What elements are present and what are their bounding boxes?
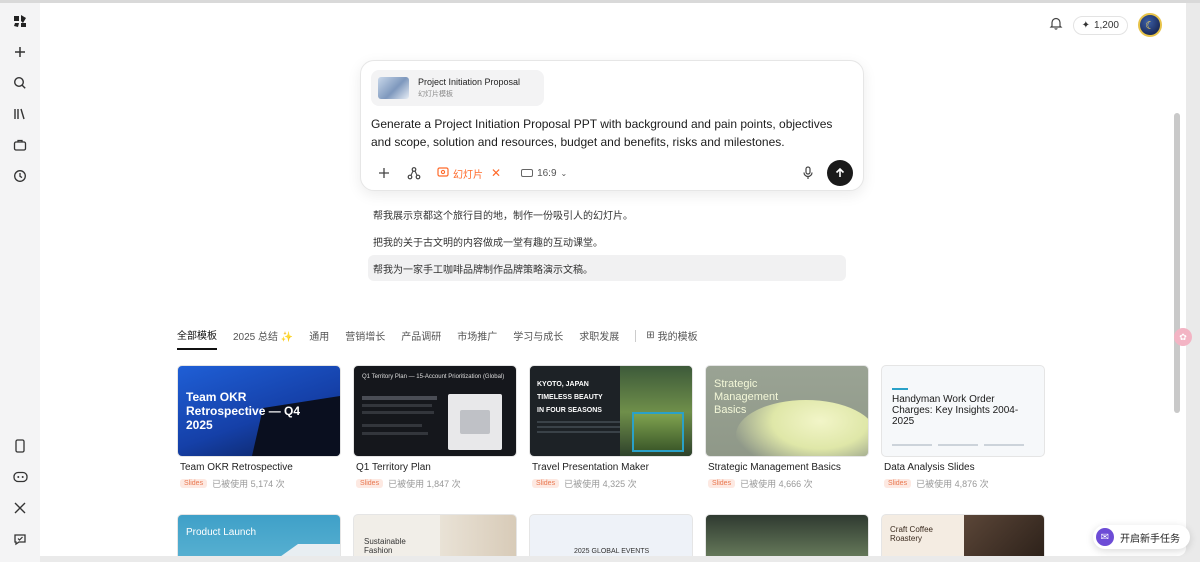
add-attachment-icon[interactable]	[373, 162, 395, 184]
card-uses: 已被使用 4,666 次	[740, 479, 813, 489]
new-icon[interactable]	[8, 40, 32, 64]
aspect-ratio-icon	[521, 169, 534, 177]
card-thumb-text: Product Launch	[186, 527, 257, 538]
aspect-ratio-select[interactable]: 16:9 ⌄	[521, 168, 567, 179]
avatar[interactable]: ☾	[1138, 13, 1162, 37]
template-card[interactable]: Handyman Work Order Charges: Key Insight…	[881, 365, 1045, 490]
template-card[interactable]: Craft Coffee Roastery	[881, 514, 1045, 556]
tab-divider	[635, 329, 637, 342]
bell-icon[interactable]	[1049, 16, 1063, 35]
template-thumbnail	[378, 77, 409, 99]
tab-my-templates[interactable]: ⊞ 我的模板	[646, 328, 697, 349]
card-thumbnail: Team OKR Retrospective — Q4 2025	[177, 365, 341, 457]
suggestion-item[interactable]: 把我的关于古文明的内容做成一堂有趣的互动课堂。	[368, 228, 846, 254]
template-card[interactable]: KYOTO, JAPAN TIMELESS BEAUTY IN FOUR SEA…	[529, 365, 693, 490]
sparkle-icon: ✦	[1081, 19, 1090, 31]
microphone-icon[interactable]	[797, 162, 819, 184]
gift-icon: ✉	[1096, 528, 1114, 546]
tab-2025-summary[interactable]: 2025 总结 ✨	[233, 328, 293, 349]
top-right-actions: ✦ 1,200 ☾	[1049, 13, 1162, 37]
template-card[interactable]: 2025 GLOBAL EVENTS	[529, 514, 693, 556]
composer-toolbar: 幻灯片 ✕ 16:9 ⌄	[373, 160, 853, 186]
discord-icon[interactable]	[8, 465, 32, 489]
card-uses: 已被使用 4,325 次	[564, 479, 637, 489]
card-thumbnail: KYOTO, JAPAN TIMELESS BEAUTY IN FOUR SEA…	[529, 365, 693, 457]
composer: Project Initiation Proposal 幻灯片模板 Genera…	[360, 60, 864, 191]
send-button[interactable]	[827, 160, 853, 186]
agent-network-icon[interactable]	[403, 162, 425, 184]
card-tag: Slides	[708, 479, 736, 488]
aspect-ratio-value: 16:9	[537, 167, 557, 179]
card-tag: Slides	[356, 479, 384, 488]
card-tag: Slides	[532, 479, 560, 488]
suggestion-item[interactable]: 帮我为一家手工咖啡品牌制作品牌策略演示文稿。	[368, 255, 846, 281]
template-tabs: 全部模板 2025 总结 ✨ 通用 营销增长 产品调研 市场推广 学习与成长 求…	[177, 327, 698, 350]
template-chip-title: Project Initiation Proposal	[418, 77, 521, 87]
onboarding-label: 开启新手任务	[1120, 533, 1180, 545]
template-card[interactable]: Team OKR Retrospective — Q4 2025 Team OK…	[177, 365, 341, 490]
tab-all-templates[interactable]: 全部模板	[177, 327, 217, 350]
tab-product-research[interactable]: 产品调研	[401, 328, 441, 349]
template-chip[interactable]: Project Initiation Proposal 幻灯片模板	[371, 70, 544, 106]
slides-icon	[437, 166, 449, 181]
template-card[interactable]: Sustainable Fashion	[353, 514, 517, 556]
card-tag: Slides	[884, 479, 912, 488]
card-thumb-text: Sustainable Fashion	[364, 537, 406, 555]
suggestion-item[interactable]: 帮我展示京都这个旅行目的地，制作一份吸引人的幻灯片。	[368, 201, 846, 227]
template-card[interactable]: Q1 Territory Plan — 15-Account Prioritiz…	[353, 365, 517, 490]
card-thumb-text: Team OKR Retrospective — Q4 2025	[186, 390, 301, 432]
card-title: Data Analysis Slides	[884, 462, 975, 473]
start-onboarding-button[interactable]: ✉ 开启新手任务	[1093, 525, 1190, 549]
card-uses: 已被使用 5,174 次	[212, 479, 285, 489]
card-thumbnail: Strategic Management Basics	[705, 365, 869, 457]
credits-count: 1,200	[1093, 19, 1119, 31]
main-panel: ✦ 1,200 ☾ Project Initiation Proposal 幻灯…	[40, 3, 1186, 556]
tab-market-promotion[interactable]: 市场推广	[457, 328, 497, 349]
credits-badge[interactable]: ✦ 1,200	[1072, 15, 1128, 35]
card-title: Strategic Management Basics	[708, 462, 841, 473]
side-helper-icon[interactable]: ✿	[1174, 328, 1192, 346]
card-tag: Slides	[180, 479, 208, 488]
card-uses: 已被使用 4,876 次	[916, 479, 989, 489]
card-thumb-text: Handyman Work Order Charges: Key Insight…	[892, 394, 1019, 427]
card-thumbnail: Handyman Work Order Charges: Key Insight…	[881, 365, 1045, 457]
tab-career[interactable]: 求职发展	[579, 328, 619, 349]
template-chip-subtitle: 幻灯片模板	[418, 91, 453, 98]
app-logo-icon[interactable]	[8, 9, 32, 33]
briefcase-icon[interactable]	[8, 133, 32, 157]
slides-mode-label: 幻灯片	[453, 169, 483, 181]
arrow-up-icon	[835, 167, 845, 177]
card-thumb-text: KYOTO, JAPAN TIMELESS BEAUTY IN FOUR SEA…	[537, 381, 603, 414]
card-uses: 已被使用 1,847 次	[388, 479, 461, 489]
card-thumb-text: 2025 GLOBAL EVENTS	[574, 548, 650, 555]
template-card[interactable]	[705, 514, 869, 556]
card-title: Team OKR Retrospective	[180, 462, 293, 473]
mobile-icon[interactable]	[8, 434, 32, 458]
tab-general[interactable]: 通用	[309, 328, 329, 349]
card-thumb-text: Q1 Territory Plan — 15-Account Prioritiz…	[362, 374, 505, 380]
card-title: Travel Presentation Maker	[532, 462, 649, 473]
card-title: Q1 Territory Plan	[356, 462, 431, 473]
template-card[interactable]: Strategic Management Basics Strategic Ma…	[705, 365, 869, 490]
card-thumbnail: Q1 Territory Plan — 15-Account Prioritiz…	[353, 365, 517, 457]
search-icon[interactable]	[8, 71, 32, 95]
card-thumb-text: Craft Coffee Roastery	[890, 525, 933, 543]
tab-learning-growth[interactable]: 学习与成长	[513, 328, 563, 349]
x-twitter-icon[interactable]	[8, 496, 32, 520]
slides-mode-chip[interactable]: 幻灯片 ✕	[437, 166, 501, 181]
scrollbar[interactable]	[1174, 113, 1180, 413]
history-icon[interactable]	[8, 164, 32, 188]
my-templates-icon: ⊞	[646, 330, 655, 341]
tab-marketing-growth[interactable]: 营销增长	[345, 328, 385, 349]
feedback-icon[interactable]	[8, 527, 32, 551]
library-icon[interactable]	[8, 102, 32, 126]
chevron-down-icon: ⌄	[560, 168, 568, 178]
sidebar	[0, 3, 40, 562]
template-card[interactable]: Product Launch	[177, 514, 341, 556]
sparkle-icon: ✨	[280, 332, 294, 343]
close-icon[interactable]: ✕	[491, 166, 501, 180]
prompt-input[interactable]: Generate a Project Initiation Proposal P…	[371, 115, 855, 151]
